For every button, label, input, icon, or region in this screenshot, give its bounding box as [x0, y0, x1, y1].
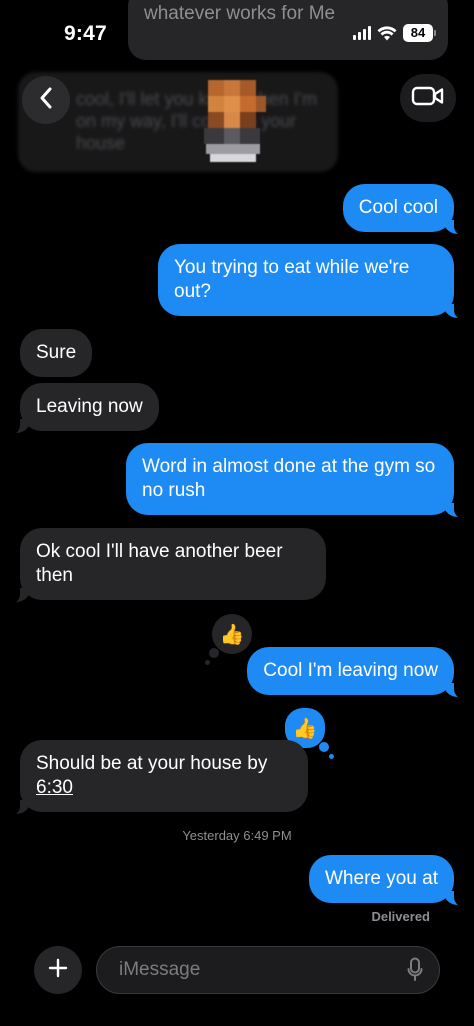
cellular-signal-icon — [353, 26, 371, 40]
message-text: Should be at your house by — [36, 753, 268, 774]
status-bar: 9:47 84 — [0, 0, 474, 60]
message-bubble-incoming[interactable]: Sure — [20, 329, 93, 377]
plus-icon — [48, 958, 68, 983]
back-button[interactable] — [22, 76, 70, 124]
message-bubble-outgoing[interactable]: Cool I'm leaving now — [247, 647, 466, 699]
message-bubble-outgoing[interactable]: You trying to eat while we're out? — [158, 244, 466, 320]
status-icons: 84 — [353, 24, 436, 42]
message-text: Word in almost done at the gym so no rus… — [142, 456, 436, 501]
message-text: Leaving now — [36, 396, 143, 417]
add-attachment-button[interactable] — [34, 946, 82, 994]
message-bubble-outgoing[interactable]: Cool cool — [342, 184, 466, 236]
battery-level: 84 — [403, 24, 433, 42]
wifi-icon — [377, 25, 397, 41]
message-text: Ok cool I'll have another beer then — [36, 541, 283, 586]
message-text: Cool cool — [358, 197, 438, 218]
message-bubble-outgoing[interactable]: Word in almost done at the gym so no rus… — [126, 443, 466, 519]
message-composer[interactable] — [96, 946, 440, 994]
thumbs-up-icon: 👍 — [219, 623, 245, 646]
message-timestamp: Yesterday 6:49 PM — [182, 828, 292, 843]
message-bubble-outgoing[interactable]: Where you at — [309, 855, 466, 907]
message-text: Where you at — [325, 868, 438, 889]
chevron-left-icon — [39, 87, 53, 114]
contact-avatar[interactable] — [200, 74, 272, 166]
microphone-icon[interactable] — [407, 957, 423, 983]
message-bubble-incoming[interactable]: Ok cool I'll have another beer then — [8, 528, 326, 604]
delivery-status: Delivered — [371, 909, 430, 924]
time-link[interactable]: 6:30 — [36, 777, 73, 798]
message-text: Cool I'm leaving now — [263, 660, 438, 681]
video-camera-icon — [411, 85, 445, 112]
battery-icon: 84 — [403, 24, 436, 42]
status-time: 9:47 — [64, 22, 107, 45]
message-text: Sure — [36, 342, 77, 363]
message-bubble-incoming[interactable]: Leaving now — [8, 383, 159, 435]
message-bubble-incoming[interactable]: Should be at your house by 6:30 — [8, 740, 308, 816]
message-text: You trying to eat while we're out? — [174, 257, 410, 302]
tapback-reaction[interactable]: 👍 — [205, 614, 252, 665]
message-input[interactable] — [117, 958, 407, 982]
thumbs-up-icon: 👍 — [292, 717, 318, 740]
video-call-button[interactable] — [400, 74, 456, 122]
